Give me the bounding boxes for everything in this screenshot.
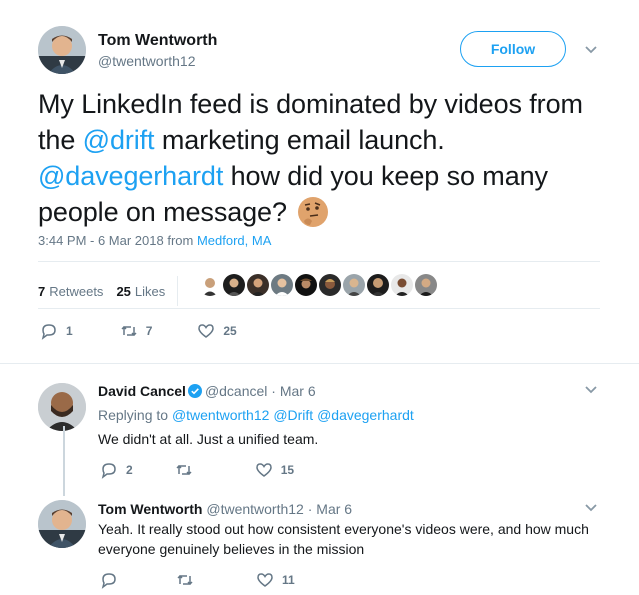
- like-button[interactable]: 25: [197, 322, 237, 340]
- like-count: 11: [282, 573, 295, 587]
- likes-count: 25: [116, 283, 131, 299]
- liker-avatar[interactable]: [295, 274, 317, 296]
- tweet-timestamp: 3:44 PM - 6 Mar 2018 from Medford, MA: [38, 233, 271, 248]
- divider: [38, 261, 600, 262]
- verified-badge-icon: [187, 384, 202, 398]
- likes-label: Likes: [134, 283, 166, 299]
- tweet-stats: 7 Retweets 25 Likes: [38, 276, 179, 306]
- liker-avatar[interactable]: [247, 274, 269, 296]
- reply-text: We didn't at all. Just a unified team.: [98, 431, 319, 447]
- mention-link[interactable]: @Drift: [273, 407, 313, 423]
- reply-date[interactable]: · Mar 6: [271, 383, 315, 399]
- liker-avatar[interactable]: [271, 274, 293, 296]
- author-avatar[interactable]: [38, 26, 86, 74]
- heart-icon: [257, 573, 273, 587]
- reply-count: 2: [126, 463, 133, 477]
- reply-avatar[interactable]: [38, 500, 86, 548]
- like-button[interactable]: 15: [255, 461, 294, 479]
- retweets-count: 7: [38, 283, 46, 299]
- author-handle[interactable]: @twentworth12: [98, 53, 195, 69]
- retweets-stat[interactable]: 7 Retweets: [38, 284, 103, 299]
- liker-avatar[interactable]: [199, 274, 221, 296]
- reply-author-handle[interactable]: @twentworth12: [206, 501, 303, 517]
- reply-button[interactable]: 2: [100, 461, 133, 479]
- retweet-icon: [121, 325, 137, 337]
- like-count: 15: [280, 463, 295, 477]
- reply-avatar[interactable]: [38, 383, 86, 431]
- reply-icon: [41, 324, 56, 340]
- mention-link[interactable]: @drift: [83, 125, 155, 155]
- tweet-text-part: marketing email launch.: [154, 125, 445, 155]
- liker-avatar[interactable]: [391, 274, 413, 296]
- chevron-down-icon[interactable]: [584, 385, 598, 395]
- author-name[interactable]: Tom Wentworth: [98, 32, 217, 50]
- reply-actions: 11: [100, 571, 295, 589]
- chevron-down-icon[interactable]: [584, 45, 598, 55]
- follow-button[interactable]: Follow: [460, 31, 566, 67]
- reply-button[interactable]: [100, 571, 118, 589]
- like-count: 25: [223, 324, 237, 338]
- retweet-button[interactable]: [176, 571, 194, 589]
- mention-link[interactable]: @davegerhardt: [317, 407, 414, 423]
- mention-link[interactable]: @twentworth12: [172, 407, 269, 423]
- divider: [38, 308, 600, 309]
- retweet-button[interactable]: [175, 461, 193, 479]
- liker-avatar[interactable]: [367, 274, 389, 296]
- divider: [0, 363, 639, 364]
- reply-date[interactable]: · Mar 6: [308, 501, 352, 517]
- thread-line: [63, 426, 65, 496]
- retweets-label: Retweets: [49, 283, 104, 299]
- liker-avatar[interactable]: [319, 274, 341, 296]
- reply-header: David Cancel @dcancel · Mar 6: [98, 383, 316, 399]
- tweet-actions: 1 7 25: [40, 322, 237, 340]
- reply-icon: [101, 573, 116, 589]
- likes-stat[interactable]: 25 Likes: [116, 284, 165, 299]
- reply-header: Tom Wentworth @twentworth12 · Mar 6: [98, 501, 352, 517]
- heart-icon: [198, 324, 215, 338]
- location-link[interactable]: Medford, MA: [197, 233, 271, 248]
- reply-text-line: Yeah. It really stood out how consistent…: [98, 521, 589, 537]
- reply-author-name[interactable]: David Cancel: [98, 383, 186, 399]
- reply-author-name[interactable]: Tom Wentworth: [98, 501, 202, 517]
- tweet-text: My LinkedIn feed is dominated by videos …: [38, 86, 608, 230]
- liker-avatar[interactable]: [343, 274, 365, 296]
- reply-text-line: everyone genuinely believes in the missi…: [98, 541, 365, 557]
- reply-count: 1: [66, 324, 73, 338]
- reply-actions: 2 15: [100, 461, 294, 479]
- replying-to: Replying to @twentworth12 @Drift @davege…: [98, 407, 414, 423]
- retweet-icon: [177, 574, 193, 586]
- retweet-icon: [176, 464, 192, 476]
- timestamp-text[interactable]: 3:44 PM - 6 Mar 2018 from: [38, 233, 197, 248]
- chevron-down-icon[interactable]: [584, 503, 598, 513]
- retweet-button[interactable]: 7: [120, 322, 153, 340]
- reply-author-handle[interactable]: @dcancel: [205, 383, 267, 399]
- stats-separator: [177, 276, 179, 306]
- reply-text: Yeah. It really stood out how consistent…: [98, 519, 618, 559]
- mention-link[interactable]: @davegerhardt: [38, 161, 223, 191]
- reply-button[interactable]: 1: [40, 322, 73, 340]
- replying-to-label: Replying to: [98, 407, 172, 423]
- thinking-face-icon: [296, 195, 330, 229]
- like-button[interactable]: 11: [256, 571, 295, 589]
- heart-icon: [255, 463, 272, 477]
- liker-avatar[interactable]: [223, 274, 245, 296]
- liker-avatars: [199, 274, 439, 296]
- liker-avatar[interactable]: [415, 274, 437, 296]
- reply-icon: [101, 463, 116, 479]
- retweet-count: 7: [145, 324, 153, 338]
